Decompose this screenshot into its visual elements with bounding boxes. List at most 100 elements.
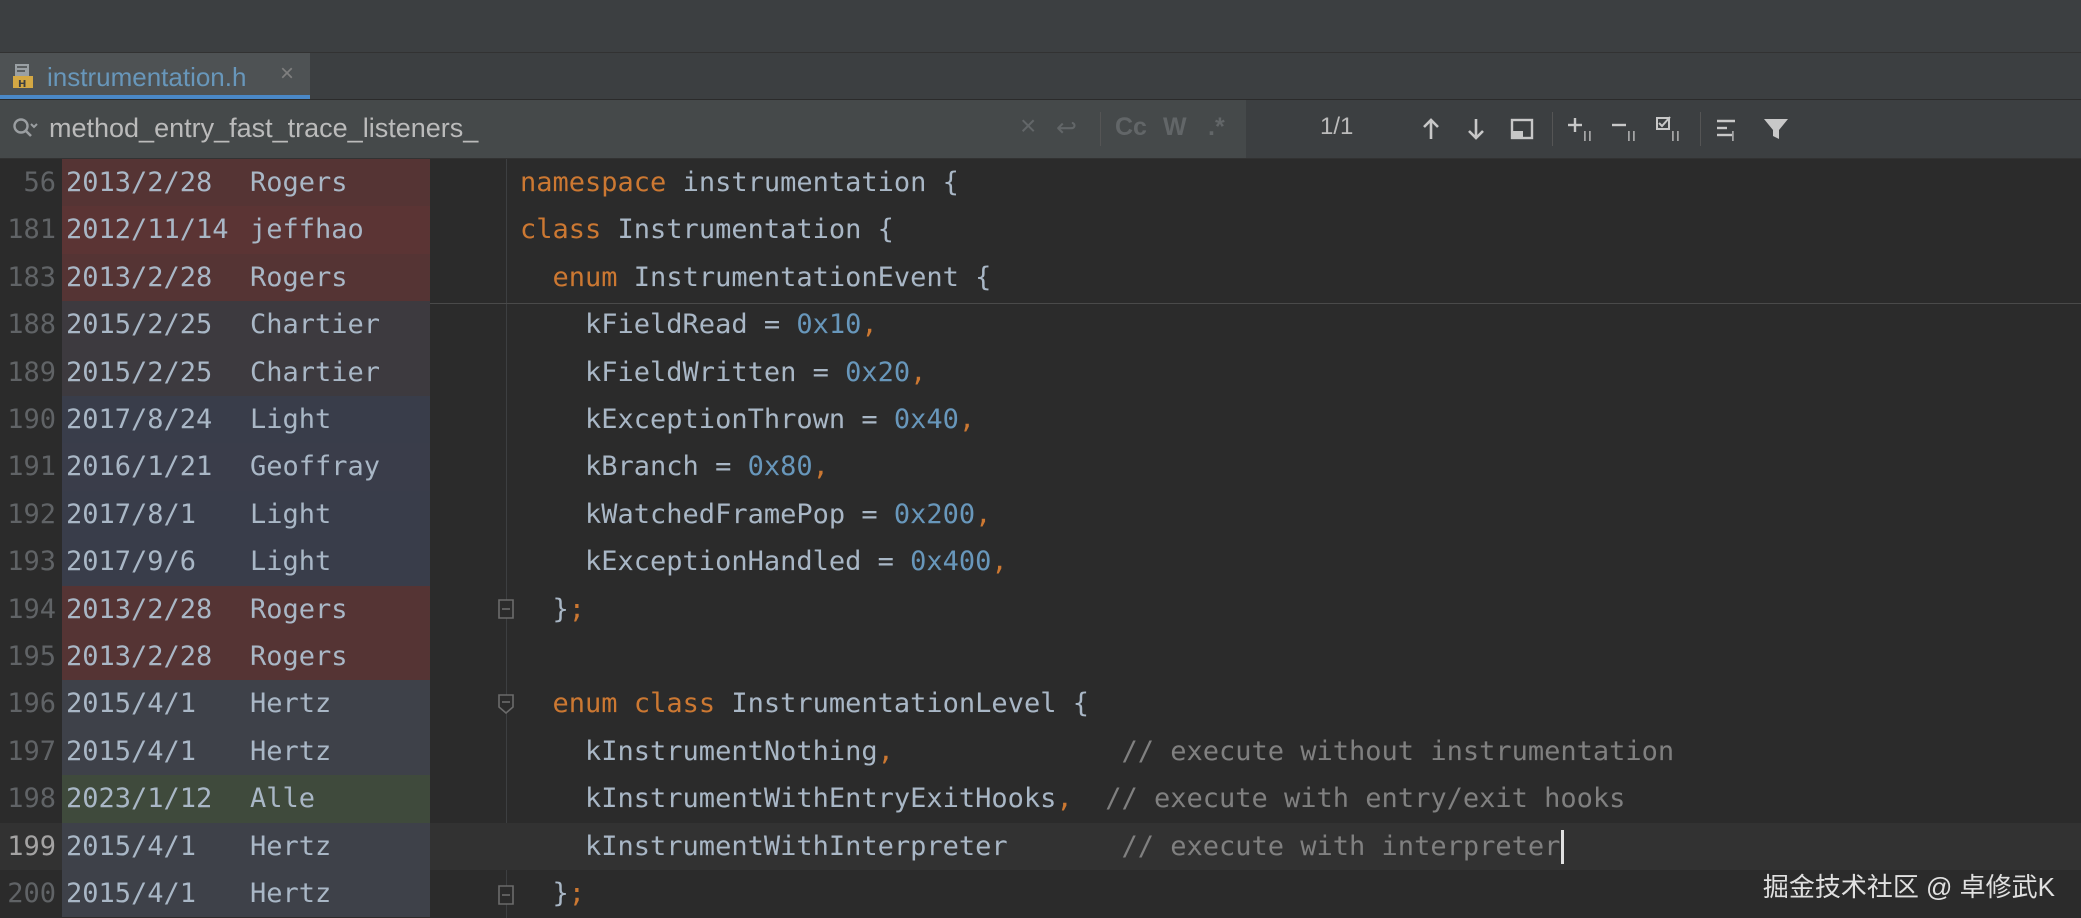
code-text: }; [520,586,586,633]
code-text: enum InstrumentationEvent { [520,254,992,301]
code-line: 56 2013/2/28 Rogers namespace instrument… [0,159,2081,207]
keyword: namespace [520,167,667,198]
code-line: 189 2015/2/25 Chartier kFieldWritten = 0… [0,348,2081,396]
separator [1552,112,1553,146]
line-number: 196 [7,688,56,720]
annotation[interactable]: 2015/4/1 Hertz [62,870,430,918]
annotation-date: 2015/2/25 [66,309,213,341]
code-token: InstrumentationLevel { [715,688,1089,720]
code-line: 191 2016/1/21 Geoffray kBranch = 0x80, [0,443,2081,491]
filter-options-icon[interactable]: I [1714,112,1746,146]
line-number: 189 [7,356,56,388]
code-token: Instrumentation { [601,214,894,246]
code-line: 197 2015/4/1 Hertz kInstrumentNothing, /… [0,727,2081,776]
find-bar: method_entry_fast_trace_listeners_ × ↩ C… [0,100,2081,159]
line-number: 199 [7,830,56,862]
watermark: 掘金技术社区 @ 卓修武K [1762,872,2055,902]
punctuation: ; [568,878,586,909]
annotation-author: Rogers [250,593,348,625]
find-field[interactable]: method_entry_fast_trace_listeners_ × ↩ C… [0,100,1246,158]
annotation[interactable]: 2013/2/28 Rogers [62,159,430,207]
fold-marker-icon[interactable] [498,599,514,619]
padding [894,736,1122,767]
annotation[interactable]: 2013/2/28 Rogers [62,253,430,302]
annotation-author: Light [250,546,332,578]
annotation[interactable]: 2015/2/25 Chartier [62,348,430,396]
annotation-date: 2013/2/28 [66,593,213,625]
number-literal: 0x40 [893,404,959,435]
annotation[interactable]: 2013/2/28 Rogers [62,633,430,681]
title-bar [0,0,2081,53]
annotation[interactable]: 2016/1/21 Geoffray [62,443,430,491]
code-editor[interactable]: 56 2013/2/28 Rogers namespace instrument… [0,159,2081,918]
annotation[interactable]: 2017/9/6 Light [62,538,430,586]
open-in-window-icon[interactable] [1506,112,1538,146]
active-tab-indicator [0,95,310,99]
annotation[interactable]: 2012/11/14 jeffhao [62,206,430,254]
code-text: kInstrumentNothing, // execute without i… [520,728,1674,775]
line-number: 188 [7,309,56,341]
code-text: enum class InstrumentationLevel { [520,680,1089,727]
match-case-button[interactable]: Cc [1115,113,1147,142]
arrow-down-icon[interactable] [1460,112,1492,146]
code-text: kBranch = 0x80, [520,443,829,490]
line-number: 191 [7,451,56,483]
filter-icon[interactable] [1760,112,1792,146]
annotation[interactable]: 2015/4/1 Hertz [62,680,430,728]
annotation[interactable]: 2017/8/1 Light [62,490,430,539]
annotation-date: 2015/4/1 [66,878,197,909]
fold-marker-icon[interactable] [498,694,514,714]
annotation-date: 2013/2/28 [66,261,213,293]
whole-words-button[interactable]: W [1163,113,1187,142]
annotation-date: 2017/8/24 [66,404,213,435]
annotation-author: Hertz [250,735,332,767]
annotation[interactable]: 2013/2/28 Rogers [62,585,430,633]
add-occurrence-icon[interactable]: I I [1566,112,1598,146]
tab-close-icon[interactable]: × [280,60,294,88]
clear-search-icon[interactable]: × [1020,110,1036,142]
code-token: kFieldRead = [520,309,797,341]
regex-button[interactable]: .* [1208,113,1225,142]
search-icon[interactable] [10,114,40,144]
code-token: kBranch = [520,451,748,483]
fold-marker-icon[interactable] [498,885,514,905]
annotation-date: 2017/9/6 [66,546,197,578]
annotation[interactable]: 2023/1/12 Alle [62,775,430,823]
code-text: kFieldWritten = 0x20, [520,349,926,396]
punctuation: , [975,498,992,530]
punctuation: , [812,451,829,483]
number-literal: 0x200 [893,498,976,530]
remove-occurrence-icon[interactable]: I I [1610,112,1642,146]
code-token: InstrumentationEvent { [617,261,992,293]
svg-text:I: I [1588,130,1592,145]
line-number: 190 [7,404,56,435]
code-token: kExceptionHandled = [520,546,911,578]
line-number: 195 [7,641,56,672]
annotation-date: 2015/4/1 [66,830,197,862]
code-token: instrumentation { [666,167,959,198]
arrow-up-icon[interactable] [1415,112,1447,146]
code-text: kExceptionHandled = 0x400, [520,538,1008,585]
comment: // execute with entry/exit hooks [1105,783,1626,815]
annotation[interactable]: 2017/8/24 Light [62,396,430,444]
annotation[interactable]: 2015/4/1 Hertz [62,822,430,870]
annotation[interactable]: 2015/4/1 Hertz [62,727,430,776]
code-token: kInstrumentWithInterpreter [520,830,1008,862]
tab-instrumentation-h[interactable]: H instrumentation.h × [0,53,310,99]
search-input[interactable]: method_entry_fast_trace_listeners_ [49,113,478,144]
punctuation: , [877,735,894,767]
line-number: 181 [7,214,56,246]
annotation[interactable]: 2015/2/25 Chartier [62,301,430,349]
select-all-occurrences-icon[interactable]: I I [1654,112,1686,146]
code-line: 181 2012/11/14 jeffhao class Instrumenta… [0,206,2081,254]
svg-text:I: I [1627,130,1631,145]
new-line-icon[interactable]: ↩ [1056,113,1077,143]
annotation-date: 2017/8/1 [66,498,197,530]
annotation-author: Rogers [250,167,348,198]
code-token: } [520,593,569,625]
text-caret [1561,830,1565,865]
punctuation: , [991,546,1008,578]
number-literal: 0x80 [747,451,813,483]
